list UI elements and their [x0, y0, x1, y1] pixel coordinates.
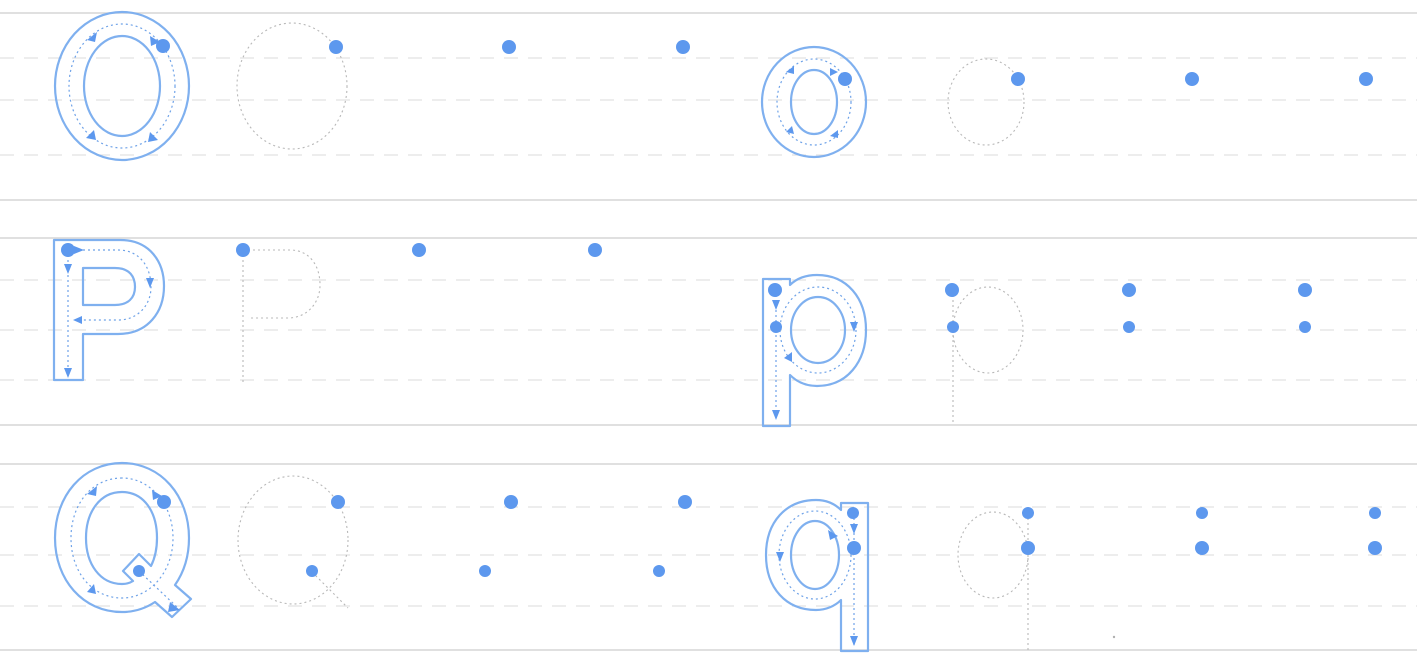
start-dot[interactable] [1195, 541, 1209, 555]
direction-arrow [74, 246, 84, 254]
direction-arrow [830, 130, 838, 138]
direction-arrow [146, 278, 154, 288]
start-dot[interactable] [676, 40, 690, 54]
start-dot[interactable] [504, 495, 518, 509]
start-dot [61, 243, 75, 257]
direction-arrow [830, 68, 838, 76]
start-dot[interactable] [588, 243, 602, 257]
row-letter-o [53, 10, 1373, 162]
start-dot[interactable] [331, 495, 345, 509]
model-uppercase-q [53, 461, 193, 619]
start-dot [770, 321, 782, 333]
handwriting-practice-sheet [0, 10, 1417, 653]
start-dot[interactable] [947, 321, 959, 333]
direction-arrow [786, 66, 794, 74]
start-dot[interactable] [945, 283, 959, 297]
start-dot[interactable] [412, 243, 426, 257]
direction-arrow [73, 316, 82, 324]
direction-arrow [64, 368, 72, 378]
start-dot[interactable] [1369, 507, 1381, 519]
row-letter-q [53, 461, 1382, 653]
start-dot[interactable] [502, 40, 516, 54]
direction-arrow [86, 130, 96, 140]
start-dot[interactable] [329, 40, 343, 54]
start-dot[interactable] [236, 243, 250, 257]
start-dot [838, 72, 852, 86]
paper-speck [1112, 635, 1116, 639]
direction-arrow [786, 126, 794, 134]
direction-arrow [776, 552, 784, 562]
direction-arrow [772, 410, 780, 420]
trace-lowercase-o [947, 58, 1025, 146]
start-dot[interactable] [1368, 541, 1382, 555]
direction-arrow [64, 264, 72, 274]
model-lowercase-q [764, 498, 870, 653]
start-dot [847, 541, 861, 555]
start-dot [133, 565, 145, 577]
start-dot[interactable] [1021, 541, 1035, 555]
trace-uppercase-q [237, 475, 349, 605]
model-lowercase-o [760, 45, 868, 159]
start-dot [847, 507, 859, 519]
model-lowercase-p [761, 273, 868, 428]
start-dot[interactable] [1011, 72, 1025, 86]
start-dot[interactable] [653, 565, 665, 577]
direction-arrow [148, 132, 158, 142]
model-uppercase-p [52, 238, 166, 382]
direction-arrow [850, 636, 858, 646]
start-dot[interactable] [1022, 507, 1034, 519]
start-dot[interactable] [1123, 321, 1135, 333]
start-dot[interactable] [479, 565, 491, 577]
direction-arrow [784, 352, 792, 362]
trace-uppercase-o [236, 22, 348, 150]
start-dot[interactable] [1299, 321, 1311, 333]
direction-arrow [87, 584, 96, 594]
start-dot [768, 283, 782, 297]
start-dot[interactable] [1122, 283, 1136, 297]
direction-arrow [850, 524, 858, 534]
direction-arrow [87, 32, 97, 42]
start-dot[interactable] [1359, 72, 1373, 86]
direction-arrow [772, 300, 780, 310]
start-dot[interactable] [678, 495, 692, 509]
model-uppercase-o [53, 10, 191, 162]
trace-uppercase-q-tail [311, 571, 349, 609]
start-dot[interactable] [1185, 72, 1199, 86]
trace-uppercase-p [242, 249, 321, 382]
start-dot[interactable] [1298, 283, 1312, 297]
start-dot[interactable] [1196, 507, 1208, 519]
row-letter-p [52, 238, 1312, 428]
start-dot[interactable] [306, 565, 318, 577]
